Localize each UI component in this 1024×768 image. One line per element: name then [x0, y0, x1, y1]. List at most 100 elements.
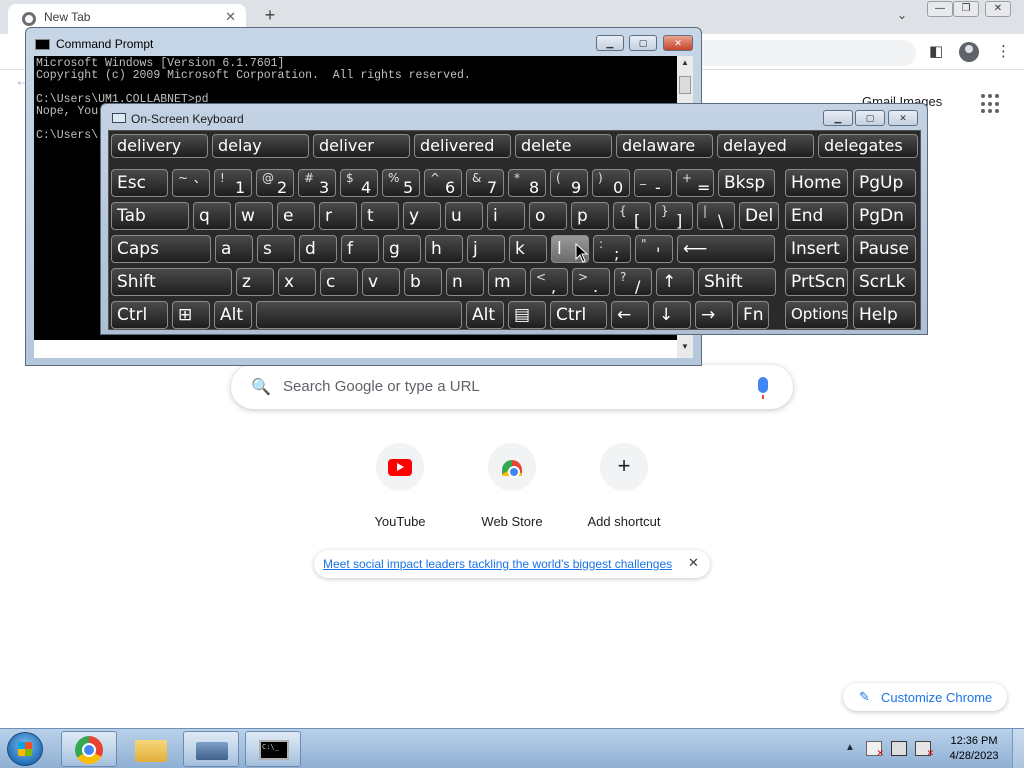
- key-7[interactable]: & 7: [466, 169, 504, 197]
- key-alt[interactable]: Alt: [214, 301, 252, 329]
- key-scrlk[interactable]: ScrLk: [853, 268, 916, 296]
- key-end[interactable]: End: [785, 202, 848, 230]
- key-h[interactable]: h: [425, 235, 463, 263]
- close-window-button[interactable]: ✕: [985, 1, 1011, 17]
- close-tab-icon[interactable]: ✕: [225, 9, 236, 25]
- key-symbol[interactable]: }]: [655, 202, 693, 230]
- key-symbol[interactable]: ←: [611, 301, 649, 329]
- new-tab-button[interactable]: +: [259, 5, 281, 26]
- key-u[interactable]: u: [445, 202, 483, 230]
- side-panel-icon[interactable]: ◧: [929, 42, 943, 60]
- taskbar-explorer[interactable]: [122, 731, 178, 767]
- key-bksp[interactable]: Bksp: [718, 169, 775, 197]
- key-f[interactable]: f: [341, 235, 379, 263]
- chrome-menu-icon[interactable]: ⋮: [996, 42, 1011, 60]
- action-center-flag-icon[interactable]: [866, 741, 884, 759]
- volume-muted-icon[interactable]: [915, 741, 934, 759]
- ntp-search-box[interactable]: 🔍 Search Google or type a URL: [231, 365, 793, 409]
- key-symbol[interactable]: <,: [530, 268, 568, 296]
- taskbar-on-screen-keyboard[interactable]: [183, 731, 239, 767]
- key-home[interactable]: Home: [785, 169, 848, 197]
- prediction-delivery[interactable]: delivery: [111, 134, 208, 158]
- tab-search-icon[interactable]: ⌄: [897, 8, 907, 22]
- maximize-button[interactable]: ▢: [629, 35, 657, 51]
- taskbar-command-prompt[interactable]: C:\_: [245, 731, 301, 767]
- clock[interactable]: 12:36 PM 4/28/2023: [944, 734, 1004, 764]
- key-pgup[interactable]: PgUp: [853, 169, 916, 197]
- google-apps-icon[interactable]: [981, 94, 1001, 114]
- key-p[interactable]: p: [571, 202, 609, 230]
- key-m[interactable]: m: [488, 268, 526, 296]
- key-options[interactable]: Options: [785, 301, 848, 329]
- key-caps[interactable]: Caps: [111, 235, 211, 263]
- key-c[interactable]: c: [320, 268, 358, 296]
- shortcut-add[interactable]: + Add shortcut: [568, 443, 680, 529]
- key-e[interactable]: e: [277, 202, 315, 230]
- key-symbol[interactable]: >.: [572, 268, 610, 296]
- prediction-delete[interactable]: delete: [515, 134, 612, 158]
- key-ctrl[interactable]: Ctrl: [111, 301, 168, 329]
- key-n[interactable]: n: [446, 268, 484, 296]
- close-button[interactable]: ✕: [663, 35, 693, 51]
- key-s[interactable]: s: [257, 235, 295, 263]
- key-help[interactable]: Help: [853, 301, 916, 329]
- shortcut-web-store[interactable]: Web Store: [456, 443, 568, 529]
- network-icon[interactable]: [891, 741, 907, 756]
- address-bar[interactable]: [690, 40, 916, 66]
- key-tab[interactable]: Tab: [111, 202, 189, 230]
- key-symbol[interactable]: ~ `: [172, 169, 210, 197]
- voice-search-icon[interactable]: [758, 377, 768, 399]
- key-6[interactable]: ^ 6: [424, 169, 462, 197]
- key-w[interactable]: w: [235, 202, 273, 230]
- start-button[interactable]: [7, 732, 43, 766]
- key-insert[interactable]: Insert: [785, 235, 848, 263]
- key-shift[interactable]: Shift: [698, 268, 776, 296]
- key-y[interactable]: y: [403, 202, 441, 230]
- profile-avatar-icon[interactable]: [959, 42, 979, 62]
- prediction-delegates[interactable]: delegates: [818, 134, 918, 158]
- key-symbol[interactable]: | \: [697, 202, 735, 230]
- key-space[interactable]: [256, 301, 462, 329]
- show-desktop-button[interactable]: [1012, 729, 1024, 768]
- key-0[interactable]: ) 0: [592, 169, 630, 197]
- key-del[interactable]: Del: [739, 202, 779, 230]
- scroll-thumb[interactable]: [679, 76, 691, 94]
- key-t[interactable]: t: [361, 202, 399, 230]
- key-i[interactable]: i: [487, 202, 525, 230]
- prediction-delaware[interactable]: delaware: [616, 134, 713, 158]
- key-prtscn[interactable]: PrtScn: [785, 268, 848, 296]
- key-z[interactable]: z: [236, 268, 274, 296]
- promo-link[interactable]: Meet social impact leaders tackling the …: [323, 557, 672, 571]
- customize-chrome-button[interactable]: ✎ Customize Chrome: [843, 683, 1007, 711]
- key-b[interactable]: b: [404, 268, 442, 296]
- scroll-up-icon[interactable]: ▲: [677, 58, 693, 67]
- key-k[interactable]: k: [509, 235, 547, 263]
- prediction-delayed[interactable]: delayed: [717, 134, 814, 158]
- key-pgdn[interactable]: PgDn: [853, 202, 916, 230]
- key-8[interactable]: * 8: [508, 169, 546, 197]
- key-3[interactable]: #3: [298, 169, 336, 197]
- key-pause[interactable]: Pause: [853, 235, 916, 263]
- shortcut-youtube[interactable]: YouTube: [344, 443, 456, 529]
- minimize-button[interactable]: ▁: [596, 35, 624, 51]
- key-shift[interactable]: Shift: [111, 268, 232, 296]
- taskbar-chrome[interactable]: [61, 731, 117, 767]
- key-symbol[interactable]: ⊞: [172, 301, 210, 329]
- restore-button[interactable]: ❐: [953, 1, 979, 17]
- key-symbol[interactable]: ↓: [653, 301, 691, 329]
- key-symbol[interactable]: + =: [676, 169, 714, 197]
- key-symbol[interactable]: _ -: [634, 169, 672, 197]
- key-2[interactable]: @2: [256, 169, 294, 197]
- key-v[interactable]: v: [362, 268, 400, 296]
- key-j[interactable]: j: [467, 235, 505, 263]
- close-button[interactable]: ✕: [888, 110, 918, 126]
- key-alt[interactable]: Alt: [466, 301, 504, 329]
- key-r[interactable]: r: [319, 202, 357, 230]
- prediction-delay[interactable]: delay: [212, 134, 309, 158]
- close-icon[interactable]: ✕: [688, 555, 699, 571]
- key-symbol[interactable]: →: [695, 301, 733, 329]
- key-a[interactable]: a: [215, 235, 253, 263]
- show-hidden-icons-icon[interactable]: ▲: [845, 742, 855, 753]
- key-esc[interactable]: Esc: [111, 169, 168, 197]
- key-o[interactable]: o: [529, 202, 567, 230]
